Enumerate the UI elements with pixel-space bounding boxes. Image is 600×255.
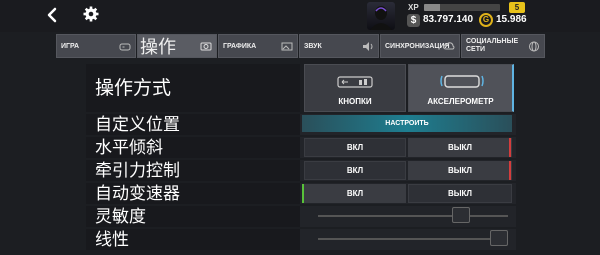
xp-progress-fill [424,4,440,11]
mode-buttons-label: КНОПКИ [338,97,372,106]
tab-label: ГРАФИКА [223,42,257,50]
auto-transmission-label: 自动变速器 [95,184,180,203]
sensitivity-slider-thumb[interactable] [452,207,471,223]
off-label: ВЫКЛ [447,166,473,175]
tab-label: СИНХРОНИЗАЦИЯ [385,42,450,50]
tab-game[interactable]: ИГРА [56,34,136,58]
traction-control-label: 牵引力控制 [95,161,180,180]
gold-icon: G [479,13,493,27]
xp-progress-bar [424,4,500,11]
phone-tilt-icon [440,75,484,88]
traction-control-off-button[interactable]: ВЫКЛ [408,161,512,180]
tab-label: ЗВУК [304,42,322,50]
money-value: 83.797.140 [423,14,474,25]
control-method-label: 操作方式 [95,78,172,99]
money-icon: $ [407,14,420,27]
sensitivity-slider-track[interactable] [318,215,508,217]
steering-wheel-icon [200,42,212,51]
image-icon [281,42,293,51]
xp-label: XP [408,3,419,12]
off-indicator [509,138,511,157]
auto-transmission-on-button[interactable]: ВКЛ [304,184,406,203]
setup-button[interactable]: НАСТРОИТЬ [302,115,512,132]
cloud-icon [443,42,455,50]
tab-sync[interactable]: СИНХРОНИЗАЦИЯ [380,34,460,58]
tab-graphics[interactable]: ГРАФИКА [218,34,298,58]
gear-icon[interactable] [82,5,100,23]
off-indicator [509,161,511,180]
buttons-icon [337,76,373,88]
globe-icon [529,41,539,52]
gamepad-icon [119,43,131,51]
tab-social[interactable]: СОЦИАЛЬНЫЕ СЕТИ [461,34,545,58]
custom-position-label: 自定义位置 [95,115,180,134]
horizontal-tilt-off-button[interactable]: ВЫКЛ [408,138,512,157]
avatar[interactable] [367,2,395,30]
mode-accelerometer-option[interactable]: АКСЕЛЕРОМЕТР [408,64,514,112]
off-label: ВЫКЛ [447,143,473,152]
tab-label: 操作 [140,37,176,57]
tab-controls[interactable]: 操作 [137,34,217,58]
tab-sound[interactable]: ЗВУК [299,34,379,58]
speaker-icon [363,42,373,51]
tab-label: СОЦИАЛЬНЫЕ СЕТИ [466,38,519,53]
horizontal-tilt-on-button[interactable]: ВКЛ [304,138,406,157]
player-avatar-icon [370,6,392,30]
tab-label: ИГРА [61,42,80,50]
sensitivity-label: 灵敏度 [95,207,146,226]
gold-value: 15.986 [496,14,527,25]
horizontal-tilt-label: 水平倾斜 [95,138,163,157]
traction-control-on-button[interactable]: ВКЛ [304,161,406,180]
mode-accelerometer-label: АКСЕЛЕРОМЕТР [427,97,494,106]
linearity-slider-thumb[interactable] [490,230,508,246]
back-arrow-icon[interactable] [44,6,60,24]
auto-transmission-off-button[interactable]: ВЫКЛ [408,184,512,203]
mode-buttons-option[interactable]: КНОПКИ [304,64,406,112]
linearity-label: 线性 [95,230,129,249]
linearity-slider-track[interactable] [318,238,508,240]
level-badge: 5 [509,2,525,13]
